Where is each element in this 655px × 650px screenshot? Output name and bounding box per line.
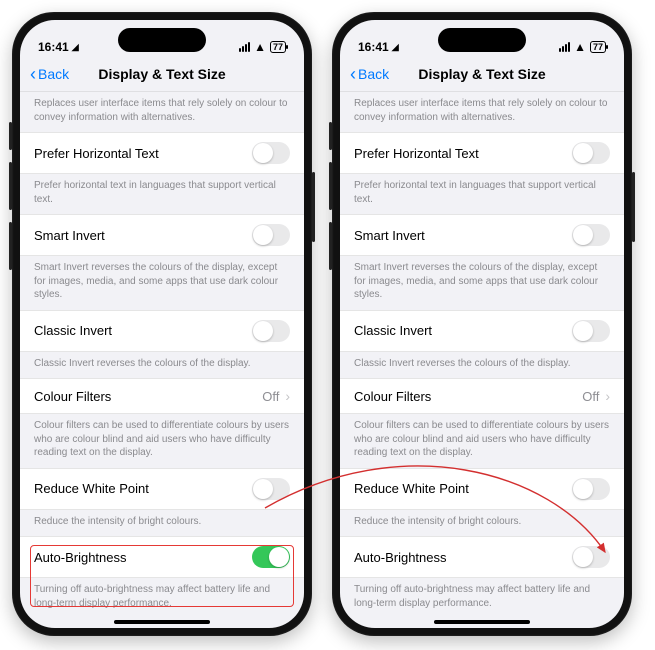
status-time: 16:41◢ — [38, 40, 79, 54]
horiz-desc: Prefer horizontal text in languages that… — [340, 174, 624, 214]
row-label: Smart Invert — [354, 228, 425, 243]
toggle-smart-invert[interactable] — [572, 224, 610, 246]
cell-signal-icon — [559, 42, 570, 52]
chevron-right-icon: › — [285, 388, 290, 404]
nav-bar: ‹Back Display & Text Size — [20, 56, 304, 92]
toggle-auto-brightness[interactable] — [572, 546, 610, 568]
filters-desc: Colour filters can be used to differenti… — [20, 414, 304, 468]
nav-bar: ‹Back Display & Text Size — [340, 56, 624, 92]
battery-icon: 77 — [590, 41, 606, 53]
screen: 16:41◢ ▲ 77 ‹Back Display & Text Size Re… — [340, 20, 624, 628]
row-label: Smart Invert — [34, 228, 105, 243]
page-title: Display & Text Size — [20, 66, 304, 82]
vol-down — [9, 222, 12, 270]
toggle-reduce-white-point[interactable] — [572, 478, 610, 500]
location-icon: ◢ — [72, 42, 79, 53]
wifi-icon: ▲ — [574, 40, 586, 54]
phone-right: 16:41◢ ▲ 77 ‹Back Display & Text Size Re… — [332, 12, 632, 636]
classic-desc: Classic Invert reverses the colours of t… — [340, 352, 624, 379]
row-label: Colour Filters — [34, 389, 111, 404]
reduce-desc: Reduce the intensity of bright colours. — [340, 510, 624, 537]
vol-down — [329, 222, 332, 270]
row-colour-filters[interactable]: Colour Filters Off › — [20, 378, 304, 414]
settings-list[interactable]: Replaces user interface items that rely … — [340, 92, 624, 628]
smart-desc: Smart Invert reverses the colours of the… — [20, 256, 304, 310]
row-prefer-horizontal[interactable]: Prefer Horizontal Text — [340, 132, 624, 174]
smart-desc: Smart Invert reverses the colours of the… — [340, 256, 624, 310]
toggle-smart-invert[interactable] — [252, 224, 290, 246]
toggle-reduce-white-point[interactable] — [252, 478, 290, 500]
row-label: Prefer Horizontal Text — [354, 146, 479, 161]
auto-desc: Turning off auto-brightness may affect b… — [20, 578, 304, 618]
home-indicator[interactable] — [434, 620, 530, 624]
filters-desc: Colour filters can be used to differenti… — [340, 414, 624, 468]
battery-icon: 77 — [270, 41, 286, 53]
row-auto-brightness[interactable]: Auto-Brightness — [340, 536, 624, 578]
diff-desc: Replaces user interface items that rely … — [20, 92, 304, 132]
screen: 16:41◢ ▲ 77 ‹Back Display & Text Size Re… — [20, 20, 304, 628]
wifi-icon: ▲ — [254, 40, 266, 54]
phone-left: 16:41◢ ▲ 77 ‹Back Display & Text Size Re… — [12, 12, 312, 636]
row-smart-invert[interactable]: Smart Invert — [20, 214, 304, 256]
toggle-classic-invert[interactable] — [572, 320, 610, 342]
row-reduce-white-point[interactable]: Reduce White Point — [20, 468, 304, 510]
row-label: Classic Invert — [354, 323, 432, 338]
dynamic-island — [438, 28, 526, 52]
diff-desc: Replaces user interface items that rely … — [340, 92, 624, 132]
row-reduce-white-point[interactable]: Reduce White Point — [340, 468, 624, 510]
power-btn — [312, 172, 315, 242]
filters-value: Off — [262, 389, 279, 404]
chevron-right-icon: › — [605, 388, 610, 404]
page-title: Display & Text Size — [340, 66, 624, 82]
row-label: Reduce White Point — [354, 481, 469, 496]
status-time: 16:41◢ — [358, 40, 399, 54]
horiz-desc: Prefer horizontal text in languages that… — [20, 174, 304, 214]
row-prefer-horizontal[interactable]: Prefer Horizontal Text — [20, 132, 304, 174]
row-label: Classic Invert — [34, 323, 112, 338]
row-smart-invert[interactable]: Smart Invert — [340, 214, 624, 256]
filters-value: Off — [582, 389, 599, 404]
toggle-classic-invert[interactable] — [252, 320, 290, 342]
vol-switch — [329, 122, 332, 150]
power-btn — [632, 172, 635, 242]
row-label: Colour Filters — [354, 389, 431, 404]
row-classic-invert[interactable]: Classic Invert — [340, 310, 624, 352]
row-label: Prefer Horizontal Text — [34, 146, 159, 161]
vol-up — [9, 162, 12, 210]
cell-signal-icon — [239, 42, 250, 52]
classic-desc: Classic Invert reverses the colours of t… — [20, 352, 304, 379]
auto-desc: Turning off auto-brightness may affect b… — [340, 578, 624, 618]
row-label: Auto-Brightness — [354, 550, 447, 565]
row-classic-invert[interactable]: Classic Invert — [20, 310, 304, 352]
row-label: Auto-Brightness — [34, 550, 127, 565]
vol-switch — [9, 122, 12, 150]
home-indicator[interactable] — [114, 620, 210, 624]
location-icon: ◢ — [392, 42, 399, 53]
settings-list[interactable]: Replaces user interface items that rely … — [20, 92, 304, 628]
vol-up — [329, 162, 332, 210]
row-auto-brightness[interactable]: Auto-Brightness — [20, 536, 304, 578]
row-label: Reduce White Point — [34, 481, 149, 496]
toggle-prefer-horizontal[interactable] — [572, 142, 610, 164]
toggle-prefer-horizontal[interactable] — [252, 142, 290, 164]
row-colour-filters[interactable]: Colour Filters Off › — [340, 378, 624, 414]
reduce-desc: Reduce the intensity of bright colours. — [20, 510, 304, 537]
toggle-auto-brightness[interactable] — [252, 546, 290, 568]
dynamic-island — [118, 28, 206, 52]
